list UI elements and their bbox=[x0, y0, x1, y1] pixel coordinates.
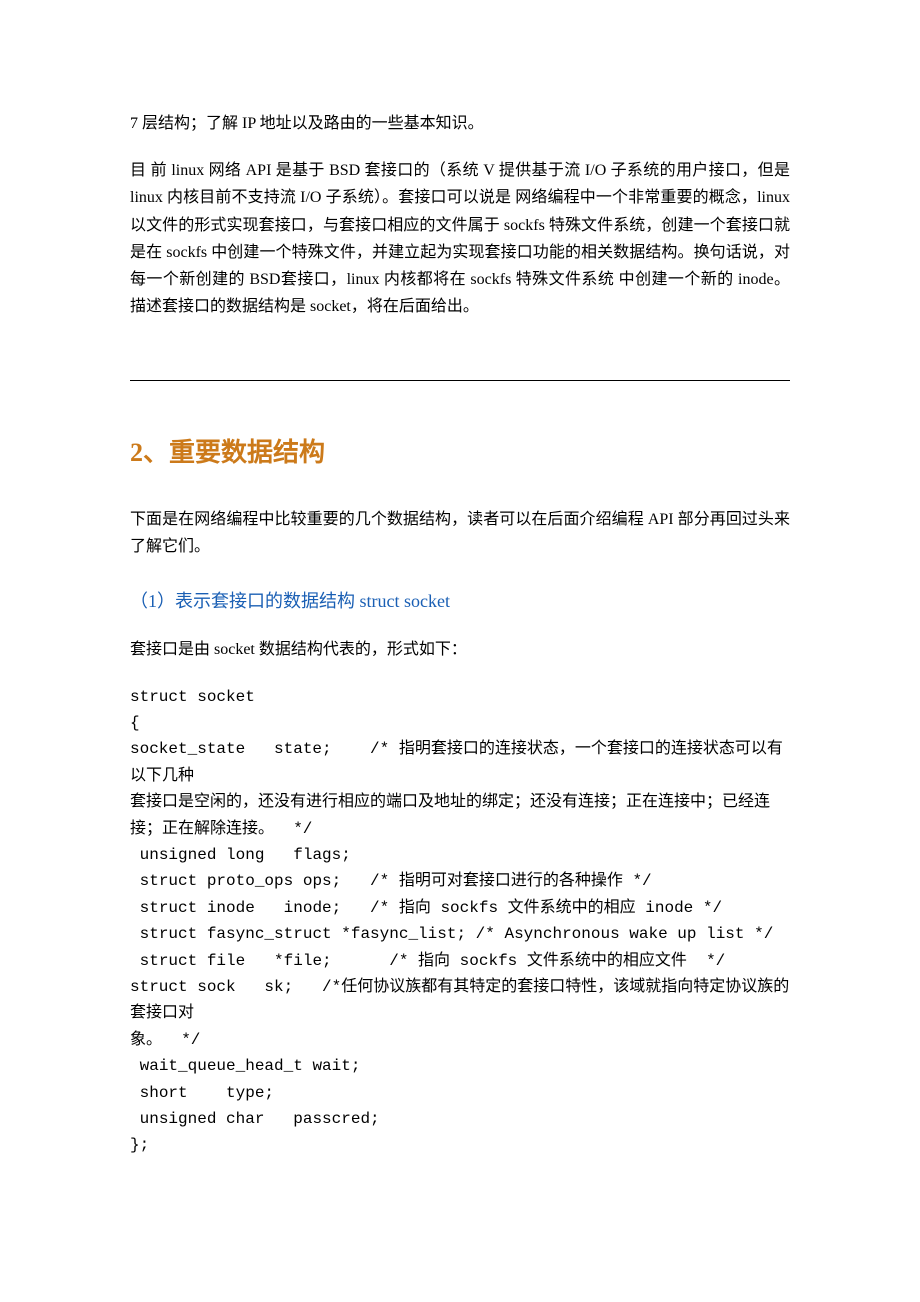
intro-paragraph: 目 前 linux 网络 API 是基于 BSD 套接口的（系统 V 提供基于流… bbox=[130, 157, 790, 320]
subsection-1-heading: （1）表示套接口的数据结构 struct socket bbox=[130, 586, 790, 617]
spacer bbox=[130, 670, 790, 684]
intro-line-1: 7 层结构；了解 IP 地址以及路由的一些基本知识。 bbox=[130, 110, 790, 137]
subsection-1-lede: 套接口是由 socket 数据结构代表的，形式如下： bbox=[130, 636, 790, 663]
section-2-lede: 下面是在网络编程中比较重要的几个数据结构，读者可以在后面介绍编程 API 部分再… bbox=[130, 506, 790, 560]
spacer bbox=[130, 143, 790, 157]
section-2-heading: 2、重要数据结构 bbox=[130, 431, 790, 475]
struct-socket-code: struct socket { socket_state state; /* 指… bbox=[130, 684, 790, 1159]
section-divider bbox=[130, 380, 790, 381]
document-page: 7 层结构；了解 IP 地址以及路由的一些基本知识。 目 前 linux 网络 … bbox=[0, 0, 920, 1302]
